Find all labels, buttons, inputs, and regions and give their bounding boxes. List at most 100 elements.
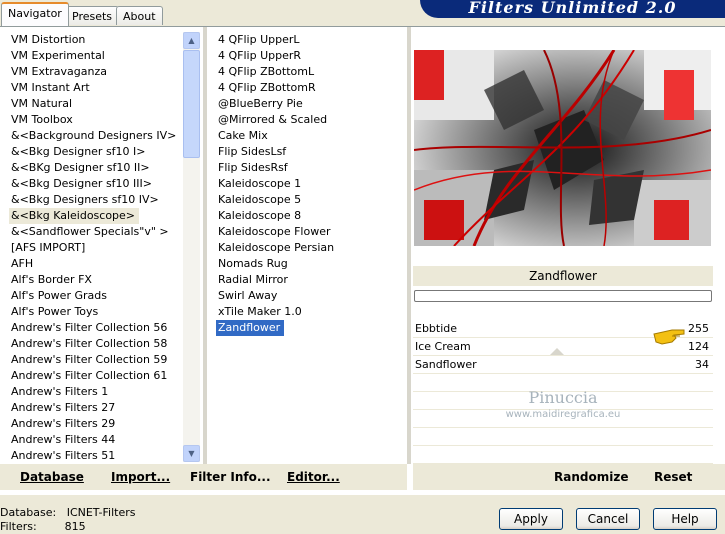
list-item[interactable]: &<Bkg Kaleidoscope> <box>9 208 183 224</box>
tab-about[interactable]: About <box>116 6 163 25</box>
watermark-name: Pinuccia <box>528 388 598 407</box>
list-item-label: Andrew's Filter Collection 61 <box>11 369 168 382</box>
list-item[interactable]: Andrew's Filters 1 <box>9 384 183 400</box>
list-item[interactable]: VM Extravaganza <box>9 64 183 80</box>
slider-marker <box>550 348 564 355</box>
list-item-label: Andrew's Filters 1 <box>11 385 109 398</box>
list-item[interactable]: Andrew's Filter Collection 58 <box>9 336 183 352</box>
list-item[interactable]: @BlueBerry Pie <box>216 96 406 112</box>
list-item-label: [AFS IMPORT] <box>11 241 86 254</box>
slider-value: 124 <box>688 340 709 353</box>
list-item[interactable]: &<Bkg Designers sf10 IV> <box>9 192 183 208</box>
database-label: Database: <box>0 506 57 519</box>
filter-info-button[interactable]: Filter Info... <box>190 470 271 484</box>
list-item-label: &<Bkg Designers sf10 IV> <box>11 193 159 206</box>
slider-sandflower[interactable]: Sandflower 34 <box>413 356 713 374</box>
list-item[interactable]: Andrew's Filter Collection 59 <box>9 352 183 368</box>
list-item-label: Andrew's Filter Collection 56 <box>11 321 168 334</box>
list-item-label: Flip SidesLsf <box>218 145 287 158</box>
watermark-url: www.maidiregrafica.eu <box>505 409 621 420</box>
list-item-label: 4 QFlip ZBottomR <box>218 81 316 94</box>
list-item[interactable]: Nomads Rug <box>216 256 406 272</box>
list-item-label: &<BKg Designer sf10 II> <box>11 161 150 174</box>
list-item[interactable]: xTile Maker 1.0 <box>216 304 406 320</box>
tab-navigator[interactable]: Navigator <box>1 2 69 26</box>
scroll-thumb[interactable] <box>183 50 200 158</box>
database-button[interactable]: Database <box>20 470 84 484</box>
list-item-label: Andrew's Filter Collection 58 <box>11 337 168 350</box>
list-item[interactable]: Kaleidoscope 8 <box>216 208 406 224</box>
list-item-label: VM Natural <box>11 97 73 110</box>
list-item[interactable]: Andrew's Filters 29 <box>9 416 183 432</box>
list-item[interactable]: Flip SidesRsf <box>216 160 406 176</box>
list-item[interactable]: Andrew's Filter Collection 61 <box>9 368 183 384</box>
slider-value: 255 <box>688 322 709 335</box>
editor-button[interactable]: Editor... <box>287 470 340 484</box>
list-item[interactable]: Andrew's Filters 27 <box>9 400 183 416</box>
list-item[interactable]: Cake Mix <box>216 128 406 144</box>
list-item[interactable]: Andrew's Filters 51 <box>9 448 183 462</box>
list-item[interactable]: Alf's Power Toys <box>9 304 183 320</box>
list-item-label: &<Bkg Kaleidoscope> <box>9 208 140 224</box>
list-item-label: &<Bkg Designer sf10 I> <box>11 145 146 158</box>
list-item[interactable]: VM Toolbox <box>9 112 183 128</box>
list-item[interactable]: Andrew's Filters 44 <box>9 432 183 448</box>
list-item[interactable]: [AFS IMPORT] <box>9 240 183 256</box>
list-item-label: Flip SidesRsf <box>218 161 288 174</box>
reset-button[interactable]: Reset <box>654 470 692 484</box>
list-item[interactable]: &<Background Designers IV> <box>9 128 183 144</box>
tab-presets[interactable]: Presets <box>65 6 120 25</box>
list-item[interactable]: Swirl Away <box>216 288 406 304</box>
category-scrollbar[interactable]: ▲ ▼ <box>183 32 200 462</box>
list-item[interactable]: Andrew's Filter Collection 56 <box>9 320 183 336</box>
list-item[interactable]: Kaleidoscope 1 <box>216 176 406 192</box>
list-item-label: xTile Maker 1.0 <box>218 305 302 318</box>
list-item[interactable]: VM Experimental <box>9 48 183 64</box>
list-item[interactable]: VM Distortion <box>9 32 183 48</box>
list-item[interactable]: &<Sandflower Specials"v" > <box>9 224 183 240</box>
list-item-label: VM Distortion <box>11 33 86 46</box>
list-item-label: Andrew's Filters 44 <box>11 433 116 446</box>
list-item[interactable]: &<Bkg Designer sf10 I> <box>9 144 183 160</box>
help-button[interactable]: Help <box>653 508 717 530</box>
randomize-button[interactable]: Randomize <box>554 470 628 484</box>
list-item[interactable]: Flip SidesLsf <box>216 144 406 160</box>
apply-button[interactable]: Apply <box>499 508 563 530</box>
list-item-label: Alf's Power Grads <box>11 289 107 302</box>
cancel-button[interactable]: Cancel <box>576 508 640 530</box>
list-item[interactable]: AFH <box>9 256 183 272</box>
filter-name: Zandflower <box>529 269 597 283</box>
list-item-label: Alf's Border FX <box>11 273 92 286</box>
slider-label: Ebbtide <box>415 322 458 335</box>
list-item[interactable]: Radial Mirror <box>216 272 406 288</box>
list-item[interactable]: Kaleidoscope 5 <box>216 192 406 208</box>
list-item[interactable]: &<BKg Designer sf10 II> <box>9 160 183 176</box>
list-item[interactable]: 4 QFlip ZBottomR <box>216 80 406 96</box>
filter-list[interactable]: 4 QFlip UpperL 4 QFlip UpperR 4 QFlip ZBot… <box>216 32 406 462</box>
list-item[interactable]: Zandflower <box>216 320 406 336</box>
list-item-label: Kaleidoscope 5 <box>218 193 302 206</box>
list-item[interactable]: Alf's Border FX <box>9 272 183 288</box>
list-item[interactable]: &<Bkg Designer sf10 III> <box>9 176 183 192</box>
list-item[interactable]: 4 QFlip ZBottomL <box>216 64 406 80</box>
list-item[interactable]: 4 QFlip UpperL <box>216 32 406 48</box>
list-item[interactable]: Kaleidoscope Flower <box>216 224 406 240</box>
slider-label: Sandflower <box>415 358 477 371</box>
app-title: Filters Unlimited 2.0 <box>468 0 677 17</box>
list-item[interactable]: Kaleidoscope Persian <box>216 240 406 256</box>
slider-empty <box>413 446 713 464</box>
list-item-label: Andrew's Filters 27 <box>11 401 116 414</box>
list-item[interactable]: 4 QFlip UpperR <box>216 48 406 64</box>
list-item[interactable]: Alf's Power Grads <box>9 288 183 304</box>
list-item-label: AFH <box>11 257 34 270</box>
category-list[interactable]: VM Distortion VM Experimental VM Extravaga… <box>9 32 183 462</box>
list-item-label: VM Extravaganza <box>11 65 108 78</box>
list-item[interactable]: @Mirrored & Scaled <box>216 112 406 128</box>
import-button[interactable]: Import... <box>111 470 170 484</box>
list-item[interactable]: VM Instant Art <box>9 80 183 96</box>
list-item-label: Swirl Away <box>218 289 278 302</box>
scroll-up-button[interactable]: ▲ <box>183 32 200 49</box>
list-item-label: @BlueBerry Pie <box>218 97 303 110</box>
list-item[interactable]: VM Natural <box>9 96 183 112</box>
scroll-down-button[interactable]: ▼ <box>183 445 200 462</box>
